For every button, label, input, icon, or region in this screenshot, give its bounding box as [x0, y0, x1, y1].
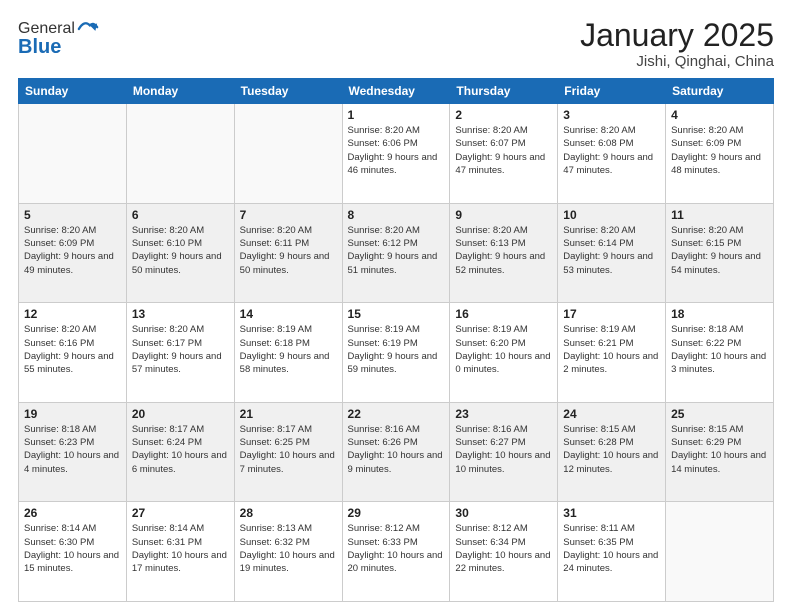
- calendar-header-row: Sunday Monday Tuesday Wednesday Thursday…: [19, 79, 774, 104]
- table-row: 28Sunrise: 8:13 AM Sunset: 6:32 PM Dayli…: [234, 502, 342, 602]
- col-wednesday: Wednesday: [342, 79, 450, 104]
- col-saturday: Saturday: [666, 79, 774, 104]
- table-row: [234, 104, 342, 204]
- table-row: 8Sunrise: 8:20 AM Sunset: 6:12 PM Daylig…: [342, 203, 450, 303]
- table-row: 7Sunrise: 8:20 AM Sunset: 6:11 PM Daylig…: [234, 203, 342, 303]
- table-row: 14Sunrise: 8:19 AM Sunset: 6:18 PM Dayli…: [234, 303, 342, 403]
- calendar-table: Sunday Monday Tuesday Wednesday Thursday…: [18, 78, 774, 602]
- table-row: 10Sunrise: 8:20 AM Sunset: 6:14 PM Dayli…: [558, 203, 666, 303]
- table-row: 22Sunrise: 8:16 AM Sunset: 6:26 PM Dayli…: [342, 402, 450, 502]
- table-row: 29Sunrise: 8:12 AM Sunset: 6:33 PM Dayli…: [342, 502, 450, 602]
- table-row: 6Sunrise: 8:20 AM Sunset: 6:10 PM Daylig…: [126, 203, 234, 303]
- table-row: 24Sunrise: 8:15 AM Sunset: 6:28 PM Dayli…: [558, 402, 666, 502]
- table-row: 31Sunrise: 8:11 AM Sunset: 6:35 PM Dayli…: [558, 502, 666, 602]
- table-row: 16Sunrise: 8:19 AM Sunset: 6:20 PM Dayli…: [450, 303, 558, 403]
- table-row: [126, 104, 234, 204]
- table-row: 23Sunrise: 8:16 AM Sunset: 6:27 PM Dayli…: [450, 402, 558, 502]
- col-thursday: Thursday: [450, 79, 558, 104]
- table-row: 27Sunrise: 8:14 AM Sunset: 6:31 PM Dayli…: [126, 502, 234, 602]
- logo-icon: [77, 18, 99, 40]
- table-row: 25Sunrise: 8:15 AM Sunset: 6:29 PM Dayli…: [666, 402, 774, 502]
- page-header: General Blue January 2025 Jishi, Qinghai…: [18, 18, 774, 70]
- col-monday: Monday: [126, 79, 234, 104]
- page-subtitle: Jishi, Qinghai, China: [580, 53, 774, 70]
- table-row: 13Sunrise: 8:20 AM Sunset: 6:17 PM Dayli…: [126, 303, 234, 403]
- col-tuesday: Tuesday: [234, 79, 342, 104]
- table-row: 18Sunrise: 8:18 AM Sunset: 6:22 PM Dayli…: [666, 303, 774, 403]
- table-row: 3Sunrise: 8:20 AM Sunset: 6:08 PM Daylig…: [558, 104, 666, 204]
- table-row: [19, 104, 127, 204]
- table-row: 19Sunrise: 8:18 AM Sunset: 6:23 PM Dayli…: [19, 402, 127, 502]
- table-row: 5Sunrise: 8:20 AM Sunset: 6:09 PM Daylig…: [19, 203, 127, 303]
- table-row: 21Sunrise: 8:17 AM Sunset: 6:25 PM Dayli…: [234, 402, 342, 502]
- page-title: January 2025: [580, 18, 774, 53]
- table-row: 20Sunrise: 8:17 AM Sunset: 6:24 PM Dayli…: [126, 402, 234, 502]
- col-friday: Friday: [558, 79, 666, 104]
- table-row: [666, 502, 774, 602]
- col-sunday: Sunday: [19, 79, 127, 104]
- table-row: 17Sunrise: 8:19 AM Sunset: 6:21 PM Dayli…: [558, 303, 666, 403]
- table-row: 11Sunrise: 8:20 AM Sunset: 6:15 PM Dayli…: [666, 203, 774, 303]
- table-row: 15Sunrise: 8:19 AM Sunset: 6:19 PM Dayli…: [342, 303, 450, 403]
- table-row: 26Sunrise: 8:14 AM Sunset: 6:30 PM Dayli…: [19, 502, 127, 602]
- title-block: January 2025 Jishi, Qinghai, China: [580, 18, 774, 70]
- table-row: 30Sunrise: 8:12 AM Sunset: 6:34 PM Dayli…: [450, 502, 558, 602]
- table-row: 9Sunrise: 8:20 AM Sunset: 6:13 PM Daylig…: [450, 203, 558, 303]
- logo: General Blue: [18, 18, 99, 59]
- table-row: 1Sunrise: 8:20 AM Sunset: 6:06 PM Daylig…: [342, 104, 450, 204]
- table-row: 2Sunrise: 8:20 AM Sunset: 6:07 PM Daylig…: [450, 104, 558, 204]
- table-row: 12Sunrise: 8:20 AM Sunset: 6:16 PM Dayli…: [19, 303, 127, 403]
- table-row: 4Sunrise: 8:20 AM Sunset: 6:09 PM Daylig…: [666, 104, 774, 204]
